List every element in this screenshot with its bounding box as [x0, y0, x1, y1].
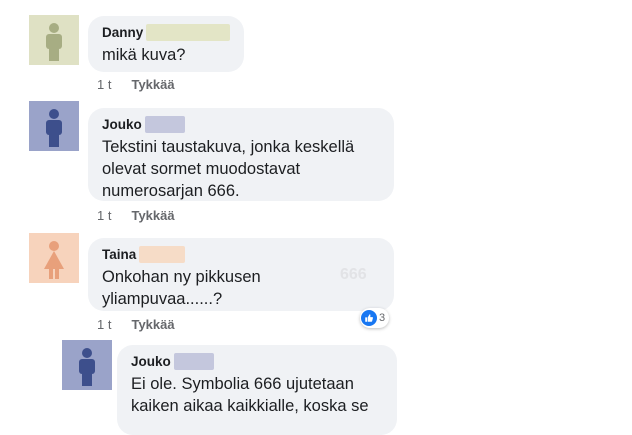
comment-text: Tekstini taustakuva, jonka keskellä olev… — [102, 138, 355, 200]
redacted-surname — [173, 353, 214, 370]
comment-text: mikä kuva? — [102, 46, 186, 64]
redacted-surname — [146, 24, 230, 41]
like-button[interactable]: Tykkää — [131, 77, 174, 92]
comment-bubble-jouko: Jouko Tekstini taustakuva, jonka keskell… — [88, 108, 394, 201]
comment-actions: 1 t Tykkää — [97, 77, 175, 92]
comment-author[interactable]: Jouko — [131, 354, 171, 369]
comment-text: Onkohan ny pikkusen yliampuvaa......? — [102, 268, 261, 308]
reaction-count: 3 — [379, 312, 386, 324]
avatar-danny[interactable] — [29, 15, 79, 65]
person-icon — [46, 109, 62, 147]
reaction-summary[interactable]: 3 — [360, 308, 390, 328]
comment-bubble-jouko-reply: Jouko Ei ole. Symbolia 666 ujutetaan kai… — [117, 345, 397, 435]
person-icon — [46, 23, 62, 61]
person-icon — [79, 348, 95, 386]
comment-author[interactable]: Jouko — [102, 117, 142, 132]
comment-actions: 1 t Tykkää — [97, 208, 175, 223]
avatar-taina[interactable] — [29, 233, 79, 283]
comment-author[interactable]: Taina — [102, 247, 136, 262]
faint-background-text: 666 — [340, 266, 367, 283]
comment-bubble-danny: Danny mikä kuva? — [88, 16, 244, 72]
comment-time[interactable]: 1 t — [97, 208, 111, 223]
like-button[interactable]: Tykkää — [131, 208, 174, 223]
comment-actions: 1 t Tykkää — [97, 317, 175, 332]
redacted-surname — [139, 246, 186, 263]
comment-time[interactable]: 1 t — [97, 77, 111, 92]
like-button[interactable]: Tykkää — [131, 317, 174, 332]
person-icon — [44, 241, 64, 279]
avatar-jouko[interactable] — [29, 101, 79, 151]
comment-author[interactable]: Danny — [102, 25, 143, 40]
comment-time[interactable]: 1 t — [97, 317, 111, 332]
avatar-jouko-reply[interactable] — [62, 340, 112, 390]
redacted-surname — [144, 116, 185, 133]
thumbs-up-icon — [361, 310, 377, 326]
comment-text: Ei ole. Symbolia 666 ujutetaan kaiken ai… — [131, 375, 369, 415]
